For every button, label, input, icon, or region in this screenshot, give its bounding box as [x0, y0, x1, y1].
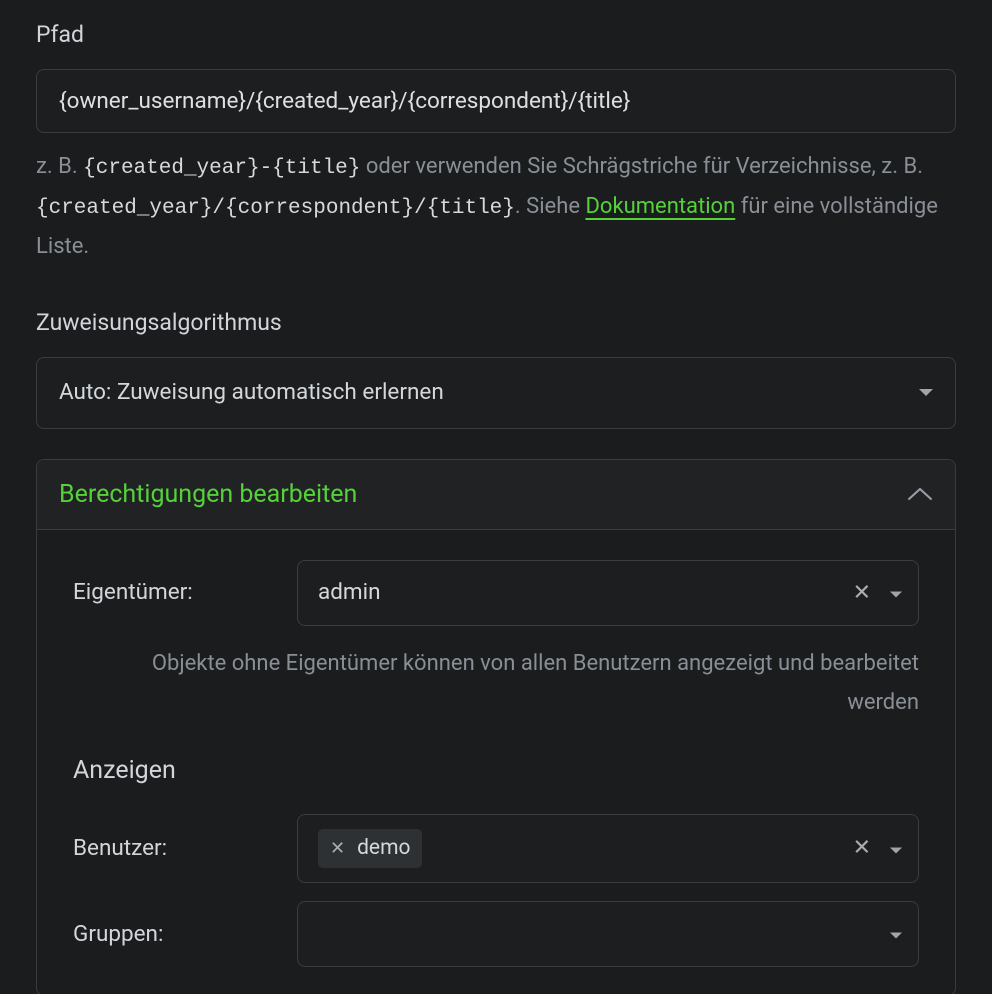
users-clear-icon[interactable]: ✕ — [853, 838, 871, 860]
users-label: Benutzer: — [73, 832, 273, 866]
chip-remove-icon[interactable]: ✕ — [330, 840, 345, 858]
view-section-title: Anzeigen — [73, 752, 919, 790]
path-label: Pfad — [36, 18, 956, 53]
groups-select[interactable] — [297, 901, 919, 967]
algorithm-value: Auto: Zuweisung automatisch erlernen — [59, 376, 444, 410]
permissions-header[interactable]: Berechtigungen bearbeiten — [37, 460, 955, 531]
path-help: z. B. {created_year}-{title} oder verwen… — [36, 147, 956, 267]
algorithm-label: Zuweisungsalgorithmus — [36, 306, 956, 341]
owner-label: Eigentümer: — [73, 576, 273, 610]
owner-value: admin — [318, 576, 381, 610]
algorithm-select[interactable]: Auto: Zuweisung automatisch erlernen — [36, 357, 956, 429]
caret-down-icon — [889, 918, 903, 951]
users-select[interactable]: ✕ demo — [297, 814, 919, 884]
documentation-link[interactable]: Dokumentation — [585, 194, 735, 219]
help-example-2: {created_year}/{correspondent}/{title} — [36, 197, 515, 220]
caret-down-icon — [889, 577, 903, 610]
help-example-1: {created_year}-{title} — [83, 157, 360, 180]
owner-select[interactable]: admin — [297, 560, 919, 626]
help-mid: oder verwenden Sie Schrägstriche für Ver… — [360, 154, 923, 179]
path-input[interactable] — [36, 69, 956, 133]
user-chip-label: demo — [357, 833, 410, 865]
groups-label: Gruppen: — [73, 918, 273, 952]
owner-help: Objekte ohne Eigentümer können von allen… — [73, 644, 919, 722]
permissions-panel: Berechtigungen bearbeiten Eigentümer: ad… — [36, 459, 956, 994]
user-chip: ✕ demo — [318, 829, 422, 869]
owner-clear-icon[interactable]: ✕ — [853, 582, 871, 604]
help-prefix: z. B. — [36, 154, 83, 179]
chevron-up-icon — [907, 487, 933, 501]
permissions-title: Berechtigungen bearbeiten — [59, 476, 357, 514]
caret-down-icon — [889, 832, 903, 865]
help-after: . Siehe — [515, 194, 586, 219]
